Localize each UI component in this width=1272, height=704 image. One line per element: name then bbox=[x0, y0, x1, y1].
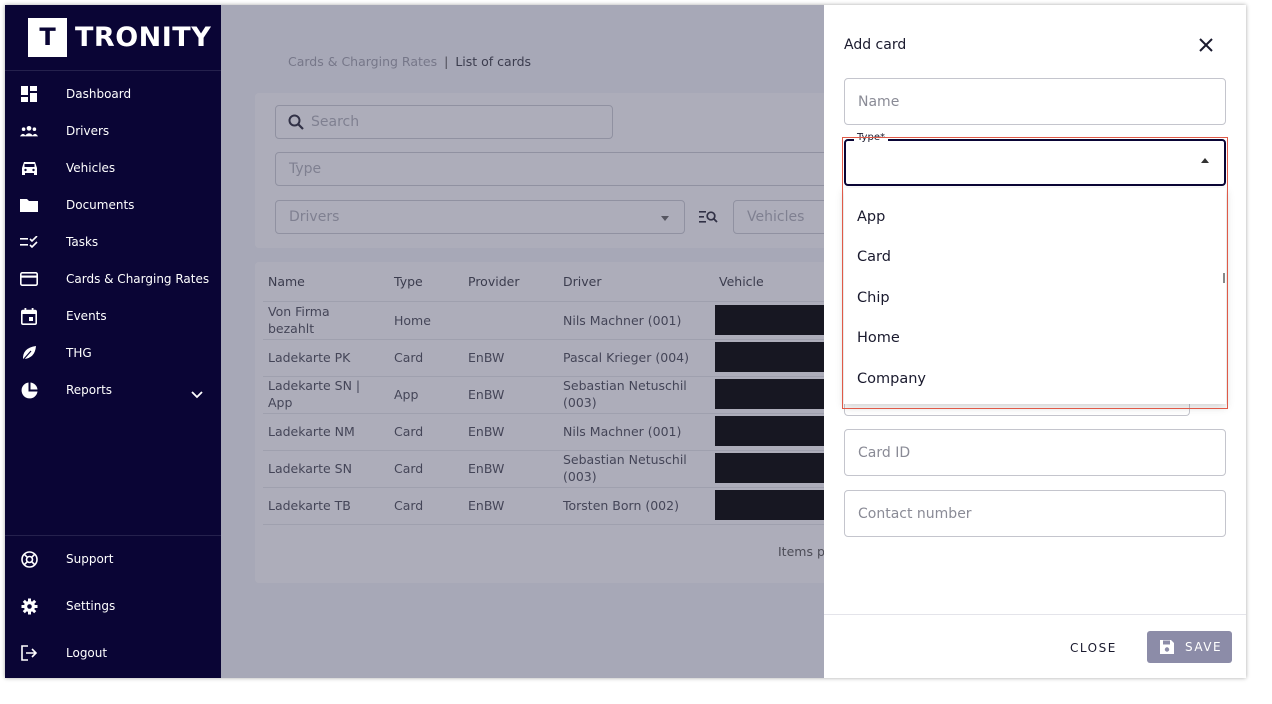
sidebar-item-label: Documents bbox=[66, 198, 135, 212]
logout-icon bbox=[20, 644, 38, 662]
sidebar-item-label: Reports bbox=[66, 383, 113, 397]
sidebar-item-drivers[interactable]: Drivers bbox=[5, 113, 221, 149]
pie-chart-icon bbox=[20, 381, 38, 399]
logo-text: TRONITY bbox=[75, 21, 212, 53]
gear-icon bbox=[20, 597, 38, 615]
type-option-chip[interactable]: Chip bbox=[857, 290, 890, 306]
car-icon bbox=[20, 159, 38, 177]
sidebar-item-label: Cards & Charging Rates bbox=[66, 272, 210, 286]
people-icon bbox=[20, 122, 38, 140]
caret-up-icon[interactable] bbox=[1201, 158, 1209, 163]
type-select[interactable] bbox=[844, 139, 1226, 186]
sidebar-item-label: THG bbox=[66, 346, 92, 360]
sidebar-item-label: Settings bbox=[66, 599, 116, 613]
type-option-company[interactable]: Company bbox=[857, 371, 926, 387]
type-options-menu: App Card Chip Home Company bbox=[844, 188, 1226, 404]
save-button[interactable]: SAVE bbox=[1147, 631, 1232, 663]
type-option-card[interactable]: Card bbox=[857, 249, 891, 265]
contact-number-input[interactable] bbox=[858, 505, 1225, 522]
sidebar-item-vehicles[interactable]: Vehicles bbox=[5, 150, 221, 186]
sidebar-item-reports[interactable]: Reports bbox=[5, 372, 221, 408]
sidebar: T TRONITY Dashboard Drivers Vehicles Doc… bbox=[5, 5, 221, 678]
type-option-home[interactable]: Home bbox=[857, 330, 900, 346]
folder-icon bbox=[20, 196, 38, 214]
sidebar-divider bbox=[5, 535, 221, 536]
sidebar-item-logout[interactable]: Logout bbox=[5, 635, 221, 671]
calendar-icon bbox=[20, 307, 38, 325]
app-window: T TRONITY Dashboard Drivers Vehicles Doc… bbox=[5, 5, 1246, 678]
chevron-down-icon[interactable] bbox=[191, 384, 203, 403]
sidebar-item-documents[interactable]: Documents bbox=[5, 187, 221, 223]
dashboard-icon bbox=[20, 85, 38, 103]
name-input[interactable] bbox=[858, 93, 1225, 110]
sidebar-item-events[interactable]: Events bbox=[5, 298, 221, 334]
sidebar-item-dashboard[interactable]: Dashboard bbox=[5, 76, 221, 112]
sidebar-item-label: Support bbox=[66, 552, 114, 566]
logo: T TRONITY bbox=[28, 17, 211, 57]
sidebar-divider bbox=[5, 70, 221, 71]
sidebar-item-label: Tasks bbox=[66, 235, 99, 249]
drawer-title: Add card bbox=[844, 37, 907, 53]
logo-mark: T bbox=[28, 17, 67, 57]
sidebar-item-tasks[interactable]: Tasks bbox=[5, 224, 221, 260]
save-icon bbox=[1159, 639, 1175, 658]
add-card-drawer: Add card Type* App Card Chip Home Compan… bbox=[824, 5, 1246, 678]
contact-number-field[interactable] bbox=[844, 490, 1226, 537]
card-id-field[interactable] bbox=[844, 429, 1226, 476]
name-field[interactable] bbox=[844, 78, 1226, 125]
type-option-app[interactable]: App bbox=[857, 209, 885, 225]
close-button[interactable]: CLOSE bbox=[1070, 641, 1117, 655]
tasks-icon bbox=[20, 233, 38, 251]
scrollbar[interactable] bbox=[1223, 273, 1225, 283]
card-id-input[interactable] bbox=[858, 444, 1225, 461]
sidebar-item-label: Logout bbox=[66, 646, 108, 660]
save-label: SAVE bbox=[1185, 640, 1223, 654]
type-label: Type* bbox=[854, 132, 888, 143]
sidebar-item-label: Dashboard bbox=[66, 87, 132, 101]
sidebar-item-label: Vehicles bbox=[66, 161, 116, 175]
footer-divider bbox=[824, 614, 1246, 615]
leaf-icon bbox=[20, 344, 38, 362]
logo-letter: T bbox=[39, 23, 56, 51]
sidebar-item-support[interactable]: Support bbox=[5, 541, 221, 577]
credit-card-icon bbox=[20, 270, 38, 288]
sidebar-item-thg[interactable]: THG bbox=[5, 335, 221, 371]
sidebar-item-label: Drivers bbox=[66, 124, 110, 138]
sidebar-item-label: Events bbox=[66, 309, 107, 323]
close-icon[interactable] bbox=[1196, 35, 1216, 55]
support-icon bbox=[20, 550, 38, 568]
sidebar-item-settings[interactable]: Settings bbox=[5, 588, 221, 624]
sidebar-item-cards-charging-rates[interactable]: Cards & Charging Rates bbox=[5, 261, 221, 297]
